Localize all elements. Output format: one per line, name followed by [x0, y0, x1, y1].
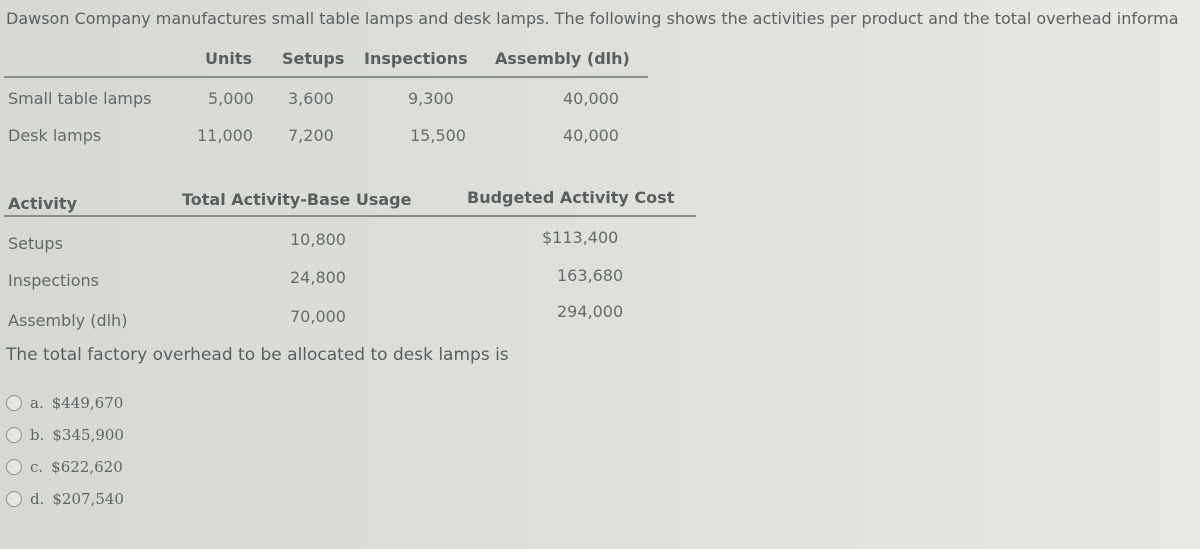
- header-inspections: Inspections: [364, 49, 468, 68]
- header-cost: Budgeted Activity Cost: [467, 188, 675, 207]
- header-assembly: Assembly (dlh): [495, 49, 630, 68]
- header-divider: [4, 215, 696, 217]
- assembly-value: 40,000: [563, 126, 619, 145]
- activity-name: Assembly (dlh): [8, 311, 128, 330]
- inspections-value: 9,300: [408, 89, 454, 108]
- question-text: The total factory overhead to be allocat…: [6, 345, 509, 365]
- setups-value: 7,200: [288, 126, 334, 145]
- option-value: $207,540: [52, 490, 124, 508]
- usage-value: 70,000: [290, 307, 346, 326]
- header-activity: Activity: [8, 194, 77, 213]
- units-value: 5,000: [208, 89, 254, 108]
- row-label: Desk lamps: [8, 126, 102, 145]
- option-c[interactable]: c. $622,620: [6, 458, 123, 476]
- units-value: 11,000: [197, 126, 253, 145]
- option-letter: a.: [30, 394, 44, 412]
- header-units: Units: [205, 49, 253, 68]
- option-d[interactable]: d. $207,540: [6, 490, 124, 508]
- radio-button[interactable]: [6, 427, 22, 443]
- activity-name: Inspections: [8, 271, 99, 290]
- cost-value: $113,400: [542, 228, 619, 247]
- header-divider: [4, 76, 648, 78]
- radio-button[interactable]: [6, 459, 22, 475]
- setups-value: 3,600: [288, 89, 334, 108]
- activity-name: Setups: [8, 234, 63, 253]
- row-label: Small table lamps: [8, 89, 152, 108]
- option-letter: d.: [30, 490, 45, 508]
- cost-value: 163,680: [557, 266, 624, 285]
- option-value: $449,670: [51, 394, 124, 412]
- usage-value: 24,800: [290, 268, 346, 287]
- option-b[interactable]: b. $345,900: [6, 426, 124, 444]
- usage-value: 10,800: [290, 230, 346, 249]
- option-value: $345,900: [52, 426, 124, 444]
- option-value: $622,620: [51, 458, 123, 476]
- option-letter: b.: [30, 426, 45, 444]
- option-a[interactable]: a. $449,670: [6, 394, 123, 412]
- radio-button[interactable]: [6, 491, 22, 507]
- inspections-value: 15,500: [410, 126, 466, 145]
- option-letter: c.: [30, 458, 44, 476]
- header-usage: Total Activity-Base Usage: [182, 190, 412, 209]
- cost-value: 294,000: [557, 302, 624, 321]
- header-setups: Setups: [282, 49, 345, 68]
- radio-button[interactable]: [6, 395, 22, 411]
- problem-intro-text: Dawson Company manufactures small table …: [6, 9, 1179, 28]
- assembly-value: 40,000: [563, 89, 619, 108]
